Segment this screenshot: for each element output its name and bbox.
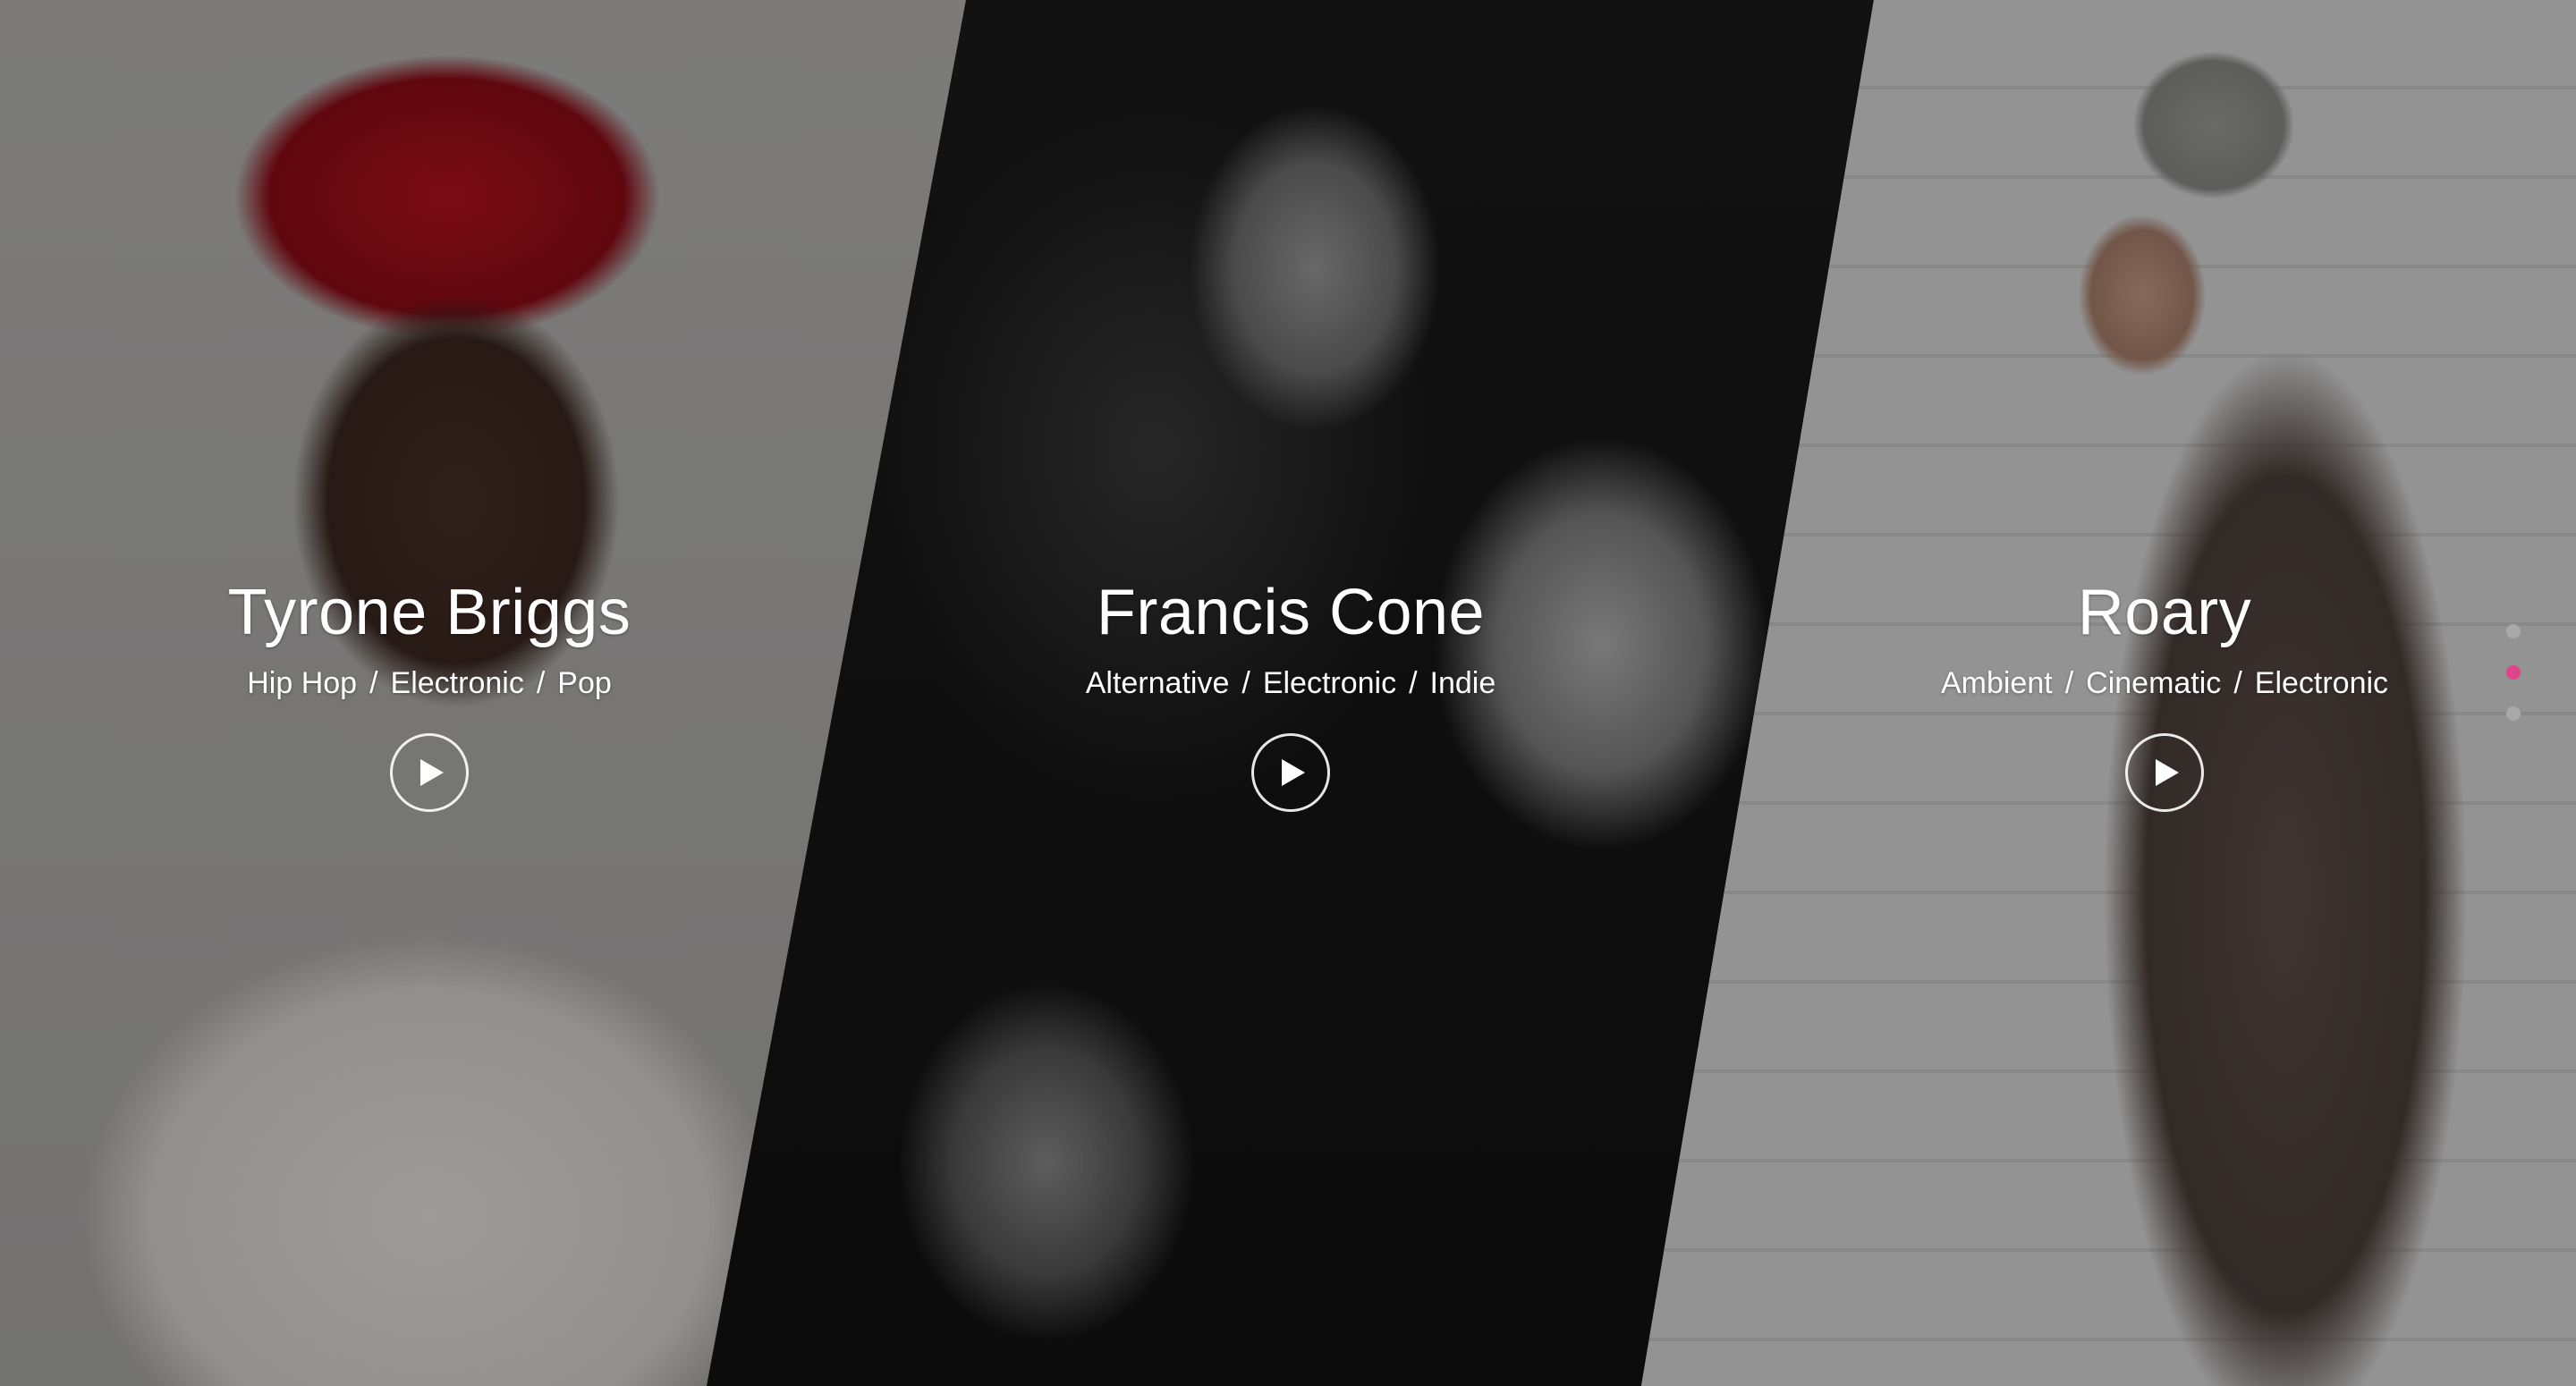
pagination-dot-active[interactable] bbox=[2506, 665, 2521, 680]
genre-tag[interactable]: Hip Hop bbox=[247, 666, 357, 700]
genre-list: Alternative / Electronic / Indie bbox=[978, 663, 1604, 703]
genre-tag[interactable]: Electronic bbox=[1263, 666, 1396, 700]
pagination-dot[interactable] bbox=[2506, 624, 2521, 638]
genre-tag[interactable]: Alternative bbox=[1086, 666, 1230, 700]
genre-separator: / bbox=[1241, 666, 1250, 700]
play-button[interactable] bbox=[1251, 733, 1330, 812]
genre-separator: / bbox=[536, 666, 546, 700]
play-icon bbox=[420, 759, 444, 786]
artist-name[interactable]: Roary bbox=[1852, 572, 2478, 653]
play-icon bbox=[1282, 759, 1305, 786]
artist-card-roary: Roary Ambient / Cinematic / Electronic bbox=[1852, 572, 2478, 812]
artist-card-francis-cone: Francis Cone Alternative / Electronic / Indi… bbox=[978, 572, 1604, 812]
genre-separator: / bbox=[2233, 666, 2242, 700]
play-button[interactable] bbox=[2125, 733, 2204, 812]
play-icon bbox=[2156, 759, 2179, 786]
artist-showcase: Tyrone Briggs Hip Hop / Electronic / Pop Fra… bbox=[0, 0, 2576, 1386]
genre-tag[interactable]: Indie bbox=[1430, 666, 1496, 700]
genre-tag[interactable]: Pop bbox=[557, 666, 612, 700]
artist-name[interactable]: Francis Cone bbox=[978, 572, 1604, 653]
pagination-dots bbox=[2506, 624, 2524, 748]
play-button[interactable] bbox=[390, 733, 469, 812]
genre-tag[interactable]: Electronic bbox=[2255, 666, 2388, 700]
genre-separator: / bbox=[369, 666, 378, 700]
genre-list: Ambient / Cinematic / Electronic bbox=[1852, 663, 2478, 703]
artist-card-tyrone-briggs: Tyrone Briggs Hip Hop / Electronic / Pop bbox=[116, 572, 742, 812]
genre-separator: / bbox=[2064, 666, 2074, 700]
genre-tag[interactable]: Cinematic bbox=[2086, 666, 2221, 700]
genre-list: Hip Hop / Electronic / Pop bbox=[116, 663, 742, 703]
genre-tag[interactable]: Electronic bbox=[391, 666, 524, 700]
genre-tag[interactable]: Ambient bbox=[1941, 666, 2053, 700]
genre-separator: / bbox=[1409, 666, 1418, 700]
artist-name[interactable]: Tyrone Briggs bbox=[116, 572, 742, 653]
pagination-dot[interactable] bbox=[2506, 706, 2521, 721]
